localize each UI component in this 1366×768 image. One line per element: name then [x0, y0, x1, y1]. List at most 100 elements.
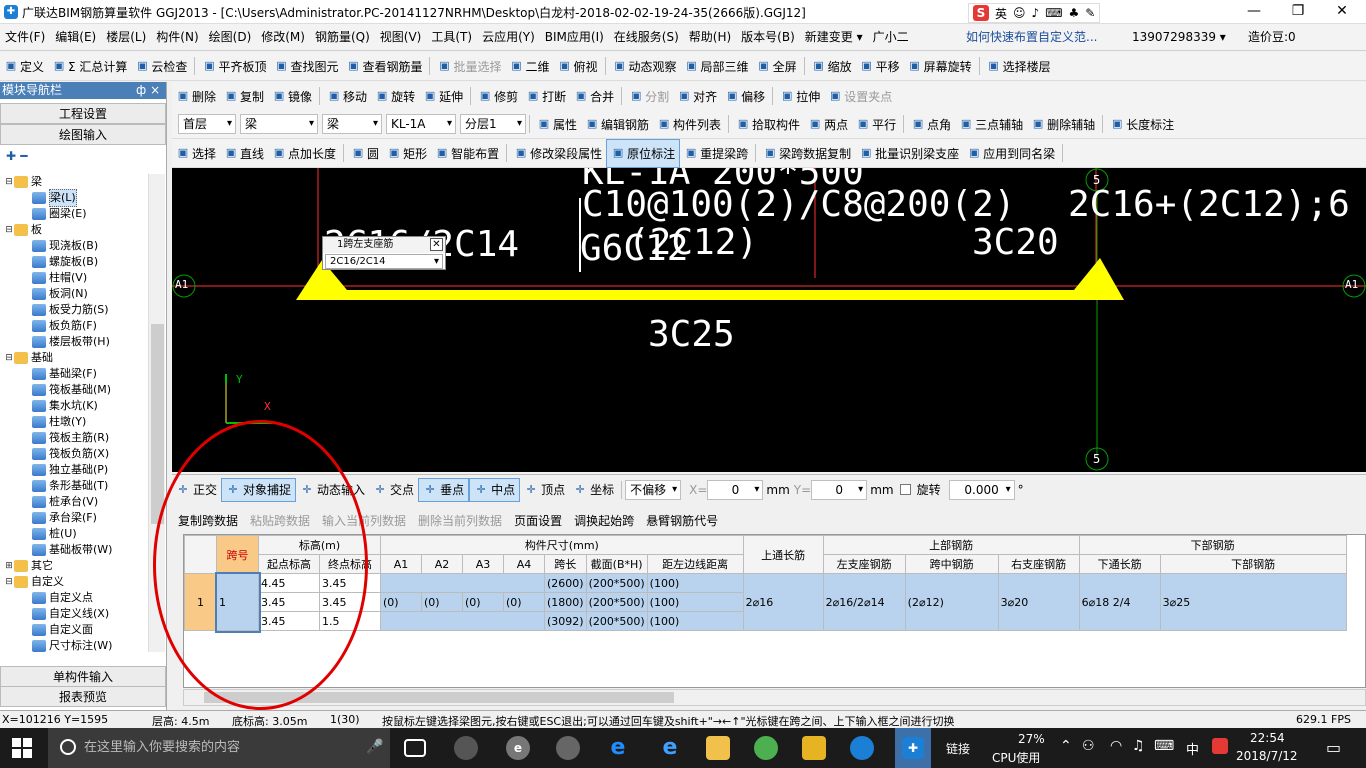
toolbar4-button-7[interactable]: ▣ 原位标注 [606, 138, 681, 168]
toolbar4-button-0[interactable]: ▣ 选择 [172, 139, 220, 168]
cell-r1-7[interactable]: (200*500) [585, 573, 648, 593]
grid-toolbar-button-3[interactable]: 删除当前列数据 [412, 512, 508, 529]
toolbar1-button-11[interactable]: ▣ 全屏 [753, 52, 801, 81]
menu-item-8[interactable]: 工具(T) [426, 24, 477, 51]
snap-button-3[interactable]: ✛ 交点 [369, 478, 418, 502]
grid-toolbar-button-0[interactable]: 复制跨数据 [172, 512, 244, 529]
offset-select[interactable]: 不偏移 [625, 479, 682, 500]
tree-toggle-icon-24[interactable]: ⊞ [4, 558, 14, 574]
toolbar3-button-8[interactable]: ▣ 删除辅轴 [1027, 110, 1099, 139]
project-settings-button[interactable]: 工程设置 [0, 103, 166, 124]
tree-node-27[interactable]: 自定义线(X) [0, 606, 148, 622]
toolbar4-button-6[interactable]: ▣ 修改梁段属性 [510, 139, 606, 168]
tree-node-18[interactable]: 独立基础(P) [0, 462, 148, 478]
swirl-app-icon[interactable] [556, 736, 580, 760]
menu-item-15[interactable]: 广小二 [868, 24, 914, 51]
toolbar3-button-3[interactable]: ▣ 拾取构件 [732, 110, 804, 139]
cell-mid-bars[interactable]: (2⌀12) [904, 573, 999, 631]
ime-mode[interactable]: 英 [995, 5, 1007, 22]
tree-node-26[interactable]: 自定义点 [0, 590, 148, 606]
popup-close-icon[interactable]: ✕ [430, 238, 443, 251]
toolbar3-button-7[interactable]: ▣ 三点辅轴 [955, 110, 1027, 139]
toolbar1-button-0[interactable]: ▣ 定义 [0, 52, 48, 81]
tree-toggle-icon-3[interactable]: ⊟ [4, 222, 14, 238]
tree-node-3[interactable]: ⊟ 板 [0, 222, 148, 238]
toolbar2-button-2[interactable]: ▣ 镜像 [268, 82, 316, 111]
toolbar1-button-1[interactable]: ▣ Σ 汇总计算 [48, 52, 131, 81]
taskbar-search-input[interactable]: 在这里输入你要搜索的内容 [48, 728, 390, 768]
tree-toggle-icon-0[interactable]: ⊟ [4, 174, 14, 190]
toolbar1-button-6[interactable]: ▣ 批量选择 [433, 52, 505, 81]
restore-button[interactable]: ❐ [1276, 0, 1320, 24]
skin-icon[interactable]: ♣ [1069, 6, 1080, 20]
green-app-icon[interactable] [754, 736, 778, 760]
y-input[interactable]: 0 [811, 479, 868, 500]
rotate-input[interactable]: 0.000 [948, 479, 1015, 500]
toolbar4-button-11[interactable]: ▣ 应用到同名梁 [963, 139, 1059, 168]
cell-r2-3[interactable]: (0) [421, 592, 463, 612]
toolbar2-button-3[interactable]: ▣ 移动 [323, 82, 371, 111]
toolbar4-button-2[interactable]: ▣ 点加长度 [268, 139, 340, 168]
tree-node-12[interactable]: 基础梁(F) [0, 366, 148, 382]
tree-node-21[interactable]: 承台梁(F) [0, 510, 148, 526]
expand-collapse-icon[interactable]: ✚ ━ [0, 145, 166, 169]
toolbar2-button-10[interactable]: ▣ 对齐 [673, 82, 721, 111]
cell-r2-0[interactable]: 3.45 [258, 592, 320, 612]
toolbar1-button-2[interactable]: ▣ 云检查 [131, 52, 191, 81]
toolbar4-button-10[interactable]: ▣ 批量识别梁支座 [855, 139, 963, 168]
tree-node-29[interactable]: 尺寸标注(W) [0, 638, 148, 652]
clock-time[interactable]: 22:54 [1250, 731, 1285, 745]
tree-node-5[interactable]: 螺旋板(B) [0, 254, 148, 270]
grid-toolbar-button-4[interactable]: 页面设置 [508, 512, 568, 529]
toolbar3-button-9[interactable]: ▣ 长度标注 [1106, 110, 1178, 139]
cell-r3-0[interactable]: 3.45 [258, 611, 320, 631]
ggj-active-app-icon[interactable]: ✚ [895, 728, 931, 768]
cell-r2-4[interactable]: (0) [462, 592, 504, 612]
menu-item-11[interactable]: 在线服务(S) [609, 24, 684, 51]
grid-toolbar-button-5[interactable]: 调换起始跨 [568, 512, 640, 529]
cell-r2-5[interactable]: (0) [503, 592, 545, 612]
drawing-input-button[interactable]: 绘图输入 [0, 124, 166, 145]
single-component-button[interactable]: 单构件输入 [0, 666, 166, 687]
tree-node-4[interactable]: 现浇板(B) [0, 238, 148, 254]
start-windows-icon[interactable] [12, 738, 32, 758]
edge-icon[interactable]: e [606, 736, 630, 760]
grid-hscrollbar[interactable] [183, 689, 1366, 706]
menu-item-13[interactable]: 版本号(B) [736, 24, 800, 51]
close-button[interactable]: ✕ [1320, 0, 1364, 24]
tree-node-17[interactable]: 筏板负筋(X) [0, 446, 148, 462]
menu-item-0[interactable]: 文件(F) [0, 24, 50, 51]
layer-select[interactable]: 分层1 [460, 114, 526, 134]
tree-node-7[interactable]: 板洞(N) [0, 286, 148, 302]
network-icon[interactable]: ◠ [1110, 738, 1122, 754]
tree-node-22[interactable]: 桩(U) [0, 526, 148, 542]
cell-left-support[interactable]: 2⌀16/2⌀14 [822, 573, 906, 631]
keyboard-icon[interactable]: ⌨ [1045, 6, 1062, 20]
tree-node-2[interactable]: 圈梁(E) [0, 206, 148, 222]
toolbar2-button-0[interactable]: ▣ 删除 [172, 82, 220, 111]
toolbar2-button-8[interactable]: ▣ 合并 [570, 82, 618, 111]
keyboard-tray-icon[interactable]: ⌨ [1154, 738, 1174, 754]
drawing-canvas[interactable]: KL-1A 200*500 C10@100(2)/C8@200(2) 2C16+… [172, 168, 1366, 472]
minimize-button[interactable]: — [1232, 0, 1276, 24]
tree-node-6[interactable]: 柱帽(V) [0, 270, 148, 286]
toolbar1-button-7[interactable]: ▣ 二维 [506, 52, 554, 81]
toolbar3-button-0[interactable]: ▣ 属性 [533, 110, 581, 139]
toolbar1-button-15[interactable]: ▣ 选择楼层 [983, 52, 1055, 81]
snap-button-6[interactable]: ✛ 顶点 [520, 478, 569, 502]
tray-chevron-icon[interactable]: ⌃ [1060, 738, 1072, 754]
tree-node-1[interactable]: 梁(L) [0, 189, 148, 207]
menu-item-5[interactable]: 修改(M) [256, 24, 310, 51]
tree-scrollbar[interactable] [148, 174, 165, 652]
menu-item-3[interactable]: 构件(N) [151, 24, 203, 51]
clock-date[interactable]: 2018/7/12 [1236, 749, 1298, 763]
snap-button-5[interactable]: ✛ 中点 [469, 477, 521, 502]
report-preview-button[interactable]: 报表预览 [0, 686, 166, 707]
snap-button-4[interactable]: ✛ 垂点 [418, 477, 470, 502]
microphone-icon[interactable]: 🎤 [366, 739, 383, 755]
ime-toolbar[interactable]: S 英 ☺ ♪ ⌨ ♣ ✎ [968, 3, 1101, 23]
toolbar4-button-1[interactable]: ▣ 直线 [220, 139, 268, 168]
tree-node-14[interactable]: 集水坑(K) [0, 398, 148, 414]
toolbar4-button-3[interactable]: ▣ 圆 [347, 139, 383, 168]
toolbar1-button-8[interactable]: ▣ 俯视 [554, 52, 602, 81]
